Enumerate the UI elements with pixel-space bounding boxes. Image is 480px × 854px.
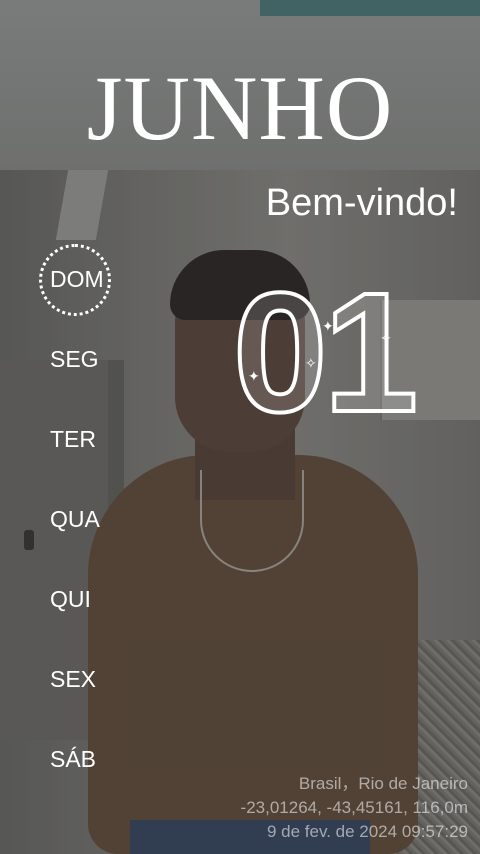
weekday-label: QUI: [50, 586, 91, 612]
stamp-coordinates: -23,01264, -43,45161, 116,0m: [240, 798, 468, 817]
weekday-label: QUA: [50, 506, 100, 532]
sparkle-icon: ✦: [322, 318, 334, 334]
stamp-location: Brasil，Rio de Janeiro: [298, 774, 468, 793]
weekday-ter[interactable]: TER: [50, 428, 96, 451]
weekday-seg[interactable]: SEG: [50, 348, 99, 371]
month-title: JUNHO: [86, 57, 394, 159]
weekday-sex[interactable]: SEX: [50, 668, 96, 691]
selected-day-ring: [39, 244, 111, 316]
sparkle-icon: ✧: [305, 355, 317, 371]
weekday-label: SEG: [50, 346, 99, 372]
weekday-sab[interactable]: SÁB: [50, 748, 96, 771]
photo-stamp: Brasil，Rio de Janeiro -23,01264, -43,451…: [241, 772, 468, 844]
welcome-text: Bem-vindo!: [265, 182, 458, 224]
weekday-qua[interactable]: QUA: [50, 508, 100, 531]
date-number: 01: [231, 258, 420, 448]
weekday-label: SÁB: [50, 746, 97, 772]
weekday-label: SEX: [50, 666, 97, 692]
weekday-qui[interactable]: QUI: [50, 588, 91, 611]
sparkle-icon: ✧: [380, 330, 392, 346]
weekday-label: TER: [50, 426, 96, 452]
sparkle-icon: ✦: [248, 368, 260, 384]
weekday-dom[interactable]: DOM: [39, 244, 111, 316]
stamp-datetime: 9 de fev. de 2024 09:57:29: [266, 822, 468, 841]
